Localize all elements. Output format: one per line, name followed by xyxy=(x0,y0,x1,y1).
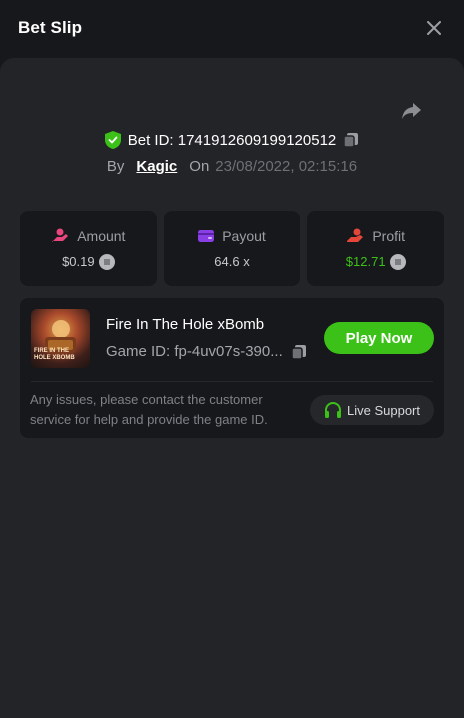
copy-icon[interactable] xyxy=(343,132,359,148)
bet-date: 23/08/2022, 02:15:16 xyxy=(215,157,358,175)
amount-icon xyxy=(52,228,69,242)
wallet-icon xyxy=(198,230,215,242)
payout-card: Payout 64.6 x xyxy=(163,211,301,286)
amount-value: $0.19 xyxy=(62,254,95,269)
shield-check-icon xyxy=(104,131,121,149)
game-thumb-title: FIRE IN THE HOLE XBOMB xyxy=(34,348,75,361)
game-name: Fire In The Hole xBomb xyxy=(106,316,265,333)
support-note: Any issues, please contact the customer … xyxy=(30,392,268,427)
live-support-button[interactable]: Live Support xyxy=(310,395,434,425)
amount-card: Amount $0.19 xyxy=(20,211,157,286)
header: Bet Slip xyxy=(0,0,464,56)
profit-card: Profit $12.71 xyxy=(307,211,445,286)
divider xyxy=(31,381,433,382)
payout-label: Payout xyxy=(222,228,266,244)
profit-icon xyxy=(347,228,364,242)
bet-id: Bet ID: 1741912609199120512 xyxy=(127,131,337,149)
profit-label: Profit xyxy=(372,227,406,244)
game-thumbnail[interactable]: FIRE IN THE HOLE XBOMB xyxy=(31,309,90,368)
live-support-label: Live Support xyxy=(347,402,420,418)
profit-value: $12.71 xyxy=(345,254,386,269)
coin-icon xyxy=(389,253,406,270)
game-card: FIRE IN THE HOLE XBOMB Fire In The Hole … xyxy=(20,298,444,438)
amount-label: Amount xyxy=(77,227,126,244)
game-id: Game ID: fp-4uv07s-390... xyxy=(106,343,283,360)
share-icon[interactable] xyxy=(400,98,424,122)
page-title: Bet Slip xyxy=(18,18,83,37)
bet-meta-row: By Kagic On 23/08/2022, 02:15:16 xyxy=(0,155,464,177)
on-label: On xyxy=(189,157,210,175)
bet-id-row: Bet ID: 1741912609199120512 xyxy=(0,128,464,152)
stats-row: Amount $0.19 Payout 64.6 x Profit $12.71 xyxy=(20,211,445,286)
close-icon[interactable] xyxy=(424,18,444,38)
coin-icon xyxy=(98,253,115,270)
username-link[interactable]: Kagic xyxy=(136,158,177,175)
headset-icon xyxy=(325,401,341,418)
game-id-row: Game ID: fp-4uv07s-390... xyxy=(106,343,307,360)
by-label: By xyxy=(106,157,125,175)
payout-value: 64.6 x xyxy=(214,254,250,269)
play-now-button[interactable]: Play Now xyxy=(324,322,434,354)
copy-icon[interactable] xyxy=(291,344,307,360)
